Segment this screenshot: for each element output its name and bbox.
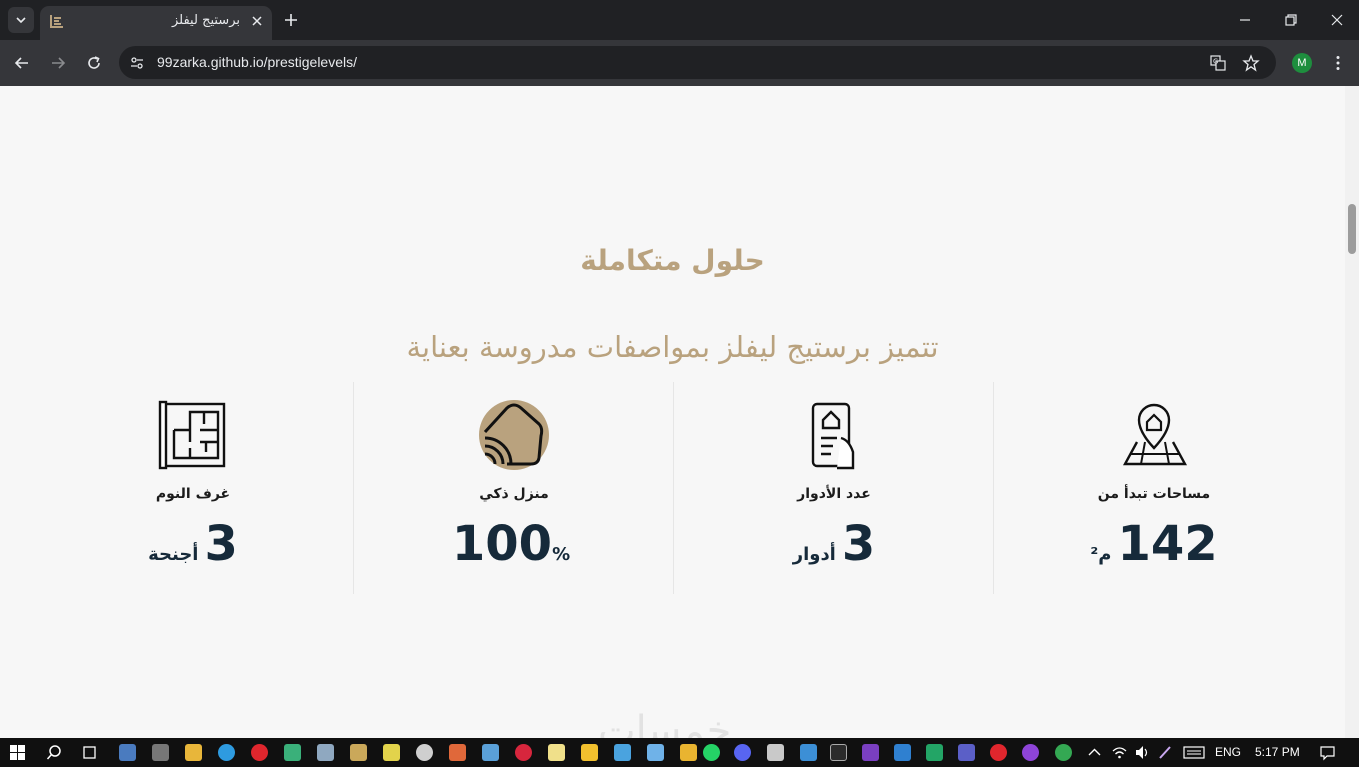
feature-unit: م² bbox=[1090, 544, 1112, 565]
feature-area: مساحات تبدأ من 142م² bbox=[993, 382, 1313, 594]
github-icon[interactable] bbox=[1022, 744, 1039, 761]
media-editor-icon[interactable] bbox=[350, 744, 367, 761]
file-explorer-icon[interactable] bbox=[185, 744, 202, 761]
smart-home-icon bbox=[479, 400, 549, 470]
calculator-icon[interactable] bbox=[119, 744, 136, 761]
feature-value-line: 3أجنحة bbox=[33, 516, 353, 572]
bookmark-star-icon[interactable] bbox=[1242, 54, 1260, 72]
feature-smart-home: منزل ذكي 100% bbox=[353, 382, 673, 594]
feature-label: مساحات تبدأ من bbox=[1097, 486, 1211, 502]
features-row: غرف النوم 3أجنحة منزل ذكي 100% عدد الأدو… bbox=[33, 382, 1313, 594]
discord-icon[interactable] bbox=[734, 744, 751, 761]
close-tab-icon[interactable] bbox=[250, 14, 264, 28]
section-title: حلول متكاملة bbox=[580, 244, 765, 277]
feature-floors: عدد الأدوار 3أدوار bbox=[673, 382, 993, 594]
forward-icon[interactable] bbox=[49, 54, 67, 72]
monitor-app-icon[interactable] bbox=[926, 744, 943, 761]
site-info-icon[interactable] bbox=[129, 55, 145, 71]
feature-label: غرف النوم bbox=[155, 486, 231, 502]
page-scrollbar[interactable] bbox=[1345, 86, 1359, 738]
section-subtitle: تتميز برستيج ليفلز بمواصفات مدروسة بعناي… bbox=[406, 330, 939, 364]
feature-bedrooms: غرف النوم 3أجنحة bbox=[33, 382, 353, 594]
svg-text:G: G bbox=[1213, 58, 1218, 66]
opera-icon[interactable] bbox=[251, 744, 268, 761]
wifi-icon[interactable] bbox=[1111, 744, 1128, 761]
volume-icon[interactable] bbox=[1134, 744, 1151, 761]
storage-app-icon[interactable] bbox=[680, 744, 697, 761]
feature-label: منزل ذكي bbox=[479, 486, 549, 502]
whatsapp-icon[interactable] bbox=[703, 744, 720, 761]
url-text: 99zarka.github.io/prestigelevels/ bbox=[157, 54, 358, 70]
search-icon[interactable] bbox=[46, 744, 63, 761]
windows-taskbar: ENG 5:17 PM bbox=[0, 738, 1359, 767]
tab-title: برستيج ليفلز bbox=[172, 13, 240, 28]
page-content: حلول متكاملة تتميز برستيج ليفلز بمواصفات… bbox=[0, 86, 1345, 738]
teams-icon[interactable] bbox=[958, 744, 975, 761]
translate-icon[interactable]: G bbox=[1209, 54, 1227, 72]
edge-icon[interactable] bbox=[218, 744, 235, 761]
player-icon[interactable] bbox=[383, 744, 400, 761]
notifications-icon[interactable] bbox=[1319, 744, 1336, 761]
notes-icon[interactable] bbox=[284, 744, 301, 761]
new-tab-icon[interactable] bbox=[282, 11, 300, 29]
task-view-icon[interactable] bbox=[81, 744, 98, 761]
chevron-down-icon bbox=[16, 17, 26, 24]
feature-value-line: 142م² bbox=[994, 516, 1314, 572]
back-icon[interactable] bbox=[13, 54, 31, 72]
windows-start-icon[interactable] bbox=[9, 744, 26, 761]
touch-keyboard-icon[interactable] bbox=[1183, 744, 1205, 761]
clock-app-icon[interactable] bbox=[416, 744, 433, 761]
vodafone-icon[interactable] bbox=[515, 744, 532, 761]
close-window-icon[interactable] bbox=[1329, 12, 1345, 28]
tab-search-button[interactable] bbox=[8, 7, 34, 33]
feature-value-line: 3أدوار bbox=[674, 516, 994, 572]
menu-kebab-icon[interactable] bbox=[1329, 54, 1347, 72]
file-app-icon[interactable] bbox=[581, 744, 598, 761]
photos-icon[interactable] bbox=[317, 744, 334, 761]
watermark: خمسات bbox=[598, 708, 732, 738]
blueprint-icon bbox=[158, 400, 226, 470]
chrome-icon[interactable] bbox=[1055, 744, 1072, 761]
feature-unit: % bbox=[552, 544, 571, 565]
network-app-icon[interactable] bbox=[800, 744, 817, 761]
scrollbar-thumb[interactable] bbox=[1348, 204, 1356, 254]
document-app-icon[interactable] bbox=[767, 744, 784, 761]
profile-avatar[interactable]: M bbox=[1292, 53, 1312, 73]
clock[interactable]: 5:17 PM bbox=[1255, 745, 1300, 759]
chevron-up-icon[interactable] bbox=[1086, 744, 1103, 761]
feature-unit: أجنحة bbox=[148, 544, 199, 565]
feature-number: 3 bbox=[204, 516, 238, 572]
pen-icon[interactable] bbox=[1157, 744, 1174, 761]
site-favicon-icon bbox=[50, 15, 63, 28]
reload-icon[interactable] bbox=[85, 54, 103, 72]
restore-icon[interactable] bbox=[1283, 12, 1299, 28]
phone-house-icon bbox=[811, 402, 855, 470]
address-bar[interactable]: 99zarka.github.io/prestigelevels/ G bbox=[119, 46, 1276, 79]
opera-gx-icon[interactable] bbox=[990, 744, 1007, 761]
browser-tab[interactable]: برستيج ليفلز bbox=[40, 6, 272, 40]
browser-toolbar: 99zarka.github.io/prestigelevels/ G M bbox=[0, 40, 1359, 86]
terminal-icon[interactable] bbox=[830, 744, 847, 761]
minimize-icon[interactable] bbox=[1237, 12, 1253, 28]
browser-tab-bar: برستيج ليفلز bbox=[0, 0, 1359, 40]
language-indicator[interactable]: ENG bbox=[1215, 745, 1241, 759]
settings-icon[interactable] bbox=[152, 744, 169, 761]
keyboard-app-icon[interactable] bbox=[482, 744, 499, 761]
code-app-icon[interactable] bbox=[862, 744, 879, 761]
vscode-icon[interactable] bbox=[894, 744, 911, 761]
feature-unit: أدوار bbox=[792, 544, 836, 565]
remote-app-icon[interactable] bbox=[647, 744, 664, 761]
feature-number: 3 bbox=[841, 516, 876, 572]
folder-app-icon[interactable] bbox=[614, 744, 631, 761]
feature-number: 100 bbox=[451, 516, 553, 572]
puzzle-app-icon[interactable] bbox=[449, 744, 466, 761]
feature-number: 142 bbox=[1117, 516, 1218, 572]
sticky-notes-icon[interactable] bbox=[548, 744, 565, 761]
feature-label: عدد الأدوار bbox=[797, 486, 871, 502]
map-pin-house-icon bbox=[1122, 403, 1188, 466]
feature-value-line: 100% bbox=[354, 516, 674, 572]
